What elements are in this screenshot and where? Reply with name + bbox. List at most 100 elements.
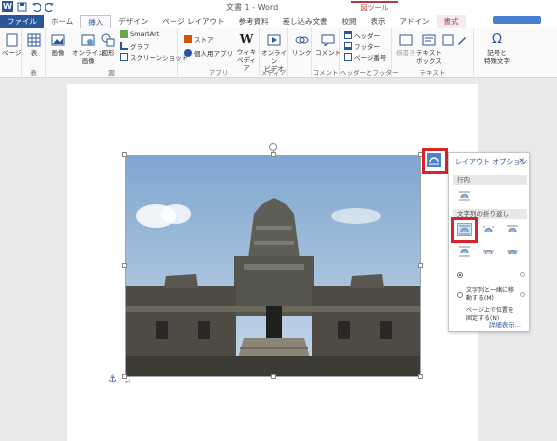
links-group: リンク bbox=[288, 28, 312, 78]
layout-options-title: レイアウト オプション bbox=[455, 158, 528, 166]
header-footer-group-label: ヘッダーとフッター bbox=[340, 69, 399, 77]
comments-group-label: コメント bbox=[312, 69, 339, 77]
comment-button[interactable]: コメント bbox=[315, 32, 341, 57]
info-icon bbox=[520, 272, 525, 277]
chart-icon bbox=[120, 42, 128, 50]
save-icon[interactable] bbox=[17, 2, 27, 12]
vertical-text-button[interactable]: 横書き bbox=[396, 32, 416, 57]
header-button[interactable]: ヘッダー bbox=[344, 30, 380, 40]
footer-button[interactable]: フッター bbox=[344, 41, 380, 51]
wrap-behind-text-icon[interactable] bbox=[481, 245, 496, 258]
link-icon bbox=[294, 32, 310, 48]
vertical-text-label: 横書き bbox=[396, 49, 416, 57]
wrap-in-front-icon[interactable] bbox=[505, 245, 520, 258]
inserted-picture[interactable] bbox=[125, 155, 421, 377]
picture-button[interactable]: 画像 bbox=[50, 32, 66, 57]
wrap-top-bottom-icon[interactable] bbox=[457, 245, 472, 258]
wrap-inline-icon[interactable] bbox=[457, 189, 472, 202]
word-logo-icon[interactable]: W bbox=[2, 1, 13, 12]
move-with-text-radio[interactable] bbox=[457, 272, 463, 278]
video-icon bbox=[266, 32, 282, 48]
resize-handle-right[interactable] bbox=[418, 263, 423, 268]
pages-button[interactable]: ページ bbox=[2, 32, 21, 57]
resize-handle-bottom-right[interactable] bbox=[418, 374, 423, 379]
shapes-button[interactable]: 図形 bbox=[100, 32, 116, 57]
header-icon bbox=[344, 31, 352, 39]
illustrations-group: 画像 オンライン 画像 図形 SmartArt グラフ スクリーンショット 図 bbox=[46, 28, 188, 78]
media-group: オンライン ビデオ メディア bbox=[260, 28, 288, 78]
redo-icon[interactable] bbox=[44, 2, 55, 12]
tab-file[interactable]: ファイル bbox=[0, 15, 44, 28]
textbox-button[interactable]: テキスト ボックス bbox=[416, 32, 442, 65]
footer-icon bbox=[344, 42, 352, 50]
resize-handle-bottom[interactable] bbox=[271, 374, 276, 379]
chart-button[interactable]: グラフ bbox=[120, 41, 150, 51]
my-apps-icon bbox=[184, 49, 192, 57]
tab-design[interactable]: デザイン bbox=[111, 15, 155, 28]
see-more-link[interactable]: 詳細表示... bbox=[489, 319, 521, 329]
tab-review[interactable]: 校閲 bbox=[335, 15, 364, 28]
header-label: ヘッダー bbox=[354, 32, 380, 40]
table-label: 表 bbox=[30, 49, 38, 57]
picture-label: 画像 bbox=[51, 49, 65, 57]
info-icon bbox=[520, 292, 525, 297]
layout-options-icon[interactable] bbox=[427, 153, 441, 167]
shapes-label: 図形 bbox=[101, 49, 115, 57]
tab-insert[interactable]: 挿入 bbox=[80, 15, 112, 28]
anchor-icon: ⚓ bbox=[108, 374, 117, 385]
rotate-handle[interactable] bbox=[269, 143, 277, 151]
wrap-through-icon[interactable] bbox=[505, 223, 520, 236]
fix-position-option[interactable]: ページ上で位置を 固定する(N) bbox=[457, 291, 525, 339]
shapes-icon bbox=[100, 32, 116, 48]
tab-addins[interactable]: アドイン bbox=[393, 15, 437, 28]
signature-line-button[interactable] bbox=[454, 32, 470, 49]
highlight-wrap-square bbox=[451, 217, 478, 243]
close-icon[interactable]: × bbox=[518, 156, 525, 165]
paragraph-mark-icon: ↵ bbox=[125, 378, 131, 386]
tab-references[interactable]: 参考資料 bbox=[232, 15, 276, 28]
wikipedia-icon: W bbox=[239, 32, 254, 46]
smartart-button[interactable]: SmartArt bbox=[120, 30, 159, 38]
store-label: ストア bbox=[194, 36, 214, 44]
my-apps-button[interactable]: 個人用アプリ bbox=[184, 48, 233, 58]
resize-handle-left[interactable] bbox=[122, 263, 127, 268]
chart-label: グラフ bbox=[130, 43, 150, 51]
symbols-button[interactable]: Ω 記号と 特殊文字 bbox=[484, 32, 510, 65]
online-picture-icon bbox=[80, 32, 96, 48]
undo-icon[interactable] bbox=[31, 2, 42, 12]
my-apps-label: 個人用アプリ bbox=[194, 50, 233, 58]
table-group: 表 表 bbox=[22, 28, 46, 78]
fix-position-radio[interactable] bbox=[457, 292, 463, 298]
table-button[interactable]: 表 bbox=[26, 32, 42, 57]
store-icon bbox=[184, 35, 192, 43]
media-group-label: メディア bbox=[260, 69, 287, 77]
resize-handle-top-left[interactable] bbox=[122, 152, 127, 157]
tab-view[interactable]: 表示 bbox=[364, 15, 393, 28]
tab-home[interactable]: ホーム bbox=[44, 15, 80, 28]
omega-icon: Ω bbox=[492, 32, 502, 47]
quick-access-toolbar: W bbox=[2, 1, 55, 12]
user-account[interactable] bbox=[493, 16, 541, 24]
picture-icon bbox=[50, 32, 66, 48]
links-button[interactable]: リンク bbox=[292, 32, 312, 57]
wrap-tight-icon[interactable] bbox=[481, 223, 496, 236]
wikipedia-button[interactable]: W ウィキ ペディア bbox=[234, 31, 259, 72]
tab-format[interactable]: 書式 bbox=[436, 15, 466, 28]
page-number-icon bbox=[344, 53, 352, 61]
pages-label: ページ bbox=[2, 49, 22, 57]
text-group-label: テキスト bbox=[419, 69, 446, 77]
smartart-icon bbox=[120, 30, 128, 38]
textbox-icon bbox=[421, 32, 437, 48]
tab-page-layout[interactable]: ページ レイアウト bbox=[155, 15, 231, 28]
header-footer-group: ヘッダー フッター ページ番号 ヘッダーとフッター bbox=[340, 28, 399, 78]
table-group-label: 表 bbox=[30, 69, 37, 77]
comment-label: コメント bbox=[315, 49, 341, 57]
table-icon bbox=[26, 32, 42, 48]
resize-handle-top[interactable] bbox=[271, 152, 276, 157]
page-number-button[interactable]: ページ番号 bbox=[344, 52, 386, 62]
ribbon: ページ 表 表 画像 オンライン 画像 図形 SmartArt グラフ スクリー… bbox=[0, 28, 557, 78]
tab-mailings[interactable]: 差し込み文書 bbox=[276, 15, 335, 28]
illustrations-group-label: 図 bbox=[108, 69, 115, 77]
footer-label: フッター bbox=[354, 43, 380, 51]
store-button[interactable]: ストア bbox=[184, 34, 214, 44]
